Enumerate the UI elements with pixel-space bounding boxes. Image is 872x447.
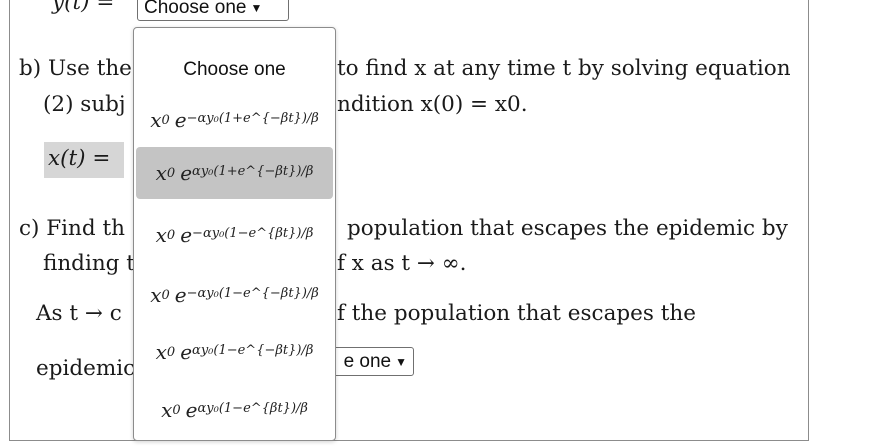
part-b-line2-left: (2) subj bbox=[43, 92, 126, 117]
part-c-line1-left: c) Find th bbox=[19, 216, 125, 241]
part-c-line4-left: epidemic bbox=[36, 356, 136, 381]
part-c-line3-left: As t → c bbox=[36, 301, 122, 326]
part-c-line2-right: f x as t → ∞. bbox=[337, 251, 467, 276]
chevron-down-icon: ▼ bbox=[250, 0, 263, 15]
chevron-down-icon: ▼ bbox=[395, 354, 407, 369]
part-b-line2-right: ndition x(0) = x0. bbox=[337, 92, 528, 117]
x-t-answer-label: x(t) = bbox=[48, 146, 111, 171]
part-c-line1-right: population that escapes the epidemic by bbox=[347, 216, 788, 241]
dropdown-option-1[interactable]: x 0 e −αy₀(1+e^{−βt})/β bbox=[136, 94, 333, 146]
part-b-line1-left: b) Use the bbox=[19, 56, 132, 81]
part-c-line3-right: f the population that escapes the bbox=[337, 301, 696, 326]
part-c-line2-left: finding t bbox=[43, 251, 135, 276]
y-t-select-value: Choose one bbox=[144, 0, 247, 18]
epidemic-select-value: e one bbox=[343, 350, 392, 372]
dropdown-option-5[interactable]: x 0 e αy₀(1−e^{−βt})/β bbox=[136, 326, 333, 378]
dropdown-option-6[interactable]: x 0 e αy₀(1−e^{βt})/β bbox=[136, 384, 333, 436]
choice-dropdown[interactable]: Choose one x 0 e −αy₀(1+e^{−βt})/β x 0 e αy₀(1… bbox=[133, 27, 336, 441]
dropdown-option-3[interactable]: x 0 e −αy₀(1−e^{βt})/β bbox=[136, 209, 333, 261]
dropdown-option-4[interactable]: x 0 e −αy₀(1−e^{−βt})/β bbox=[136, 269, 333, 321]
part-b-line1-right: to find x at any time t by solving equat… bbox=[337, 56, 791, 81]
y-t-label: y(t) = bbox=[52, 0, 115, 15]
dropdown-header: Choose one bbox=[183, 59, 286, 80]
dropdown-option-2[interactable]: x 0 e αy₀(1+e^{−βt})/β bbox=[136, 147, 333, 199]
y-t-select[interactable]: Choose one ▼ bbox=[137, 0, 289, 21]
